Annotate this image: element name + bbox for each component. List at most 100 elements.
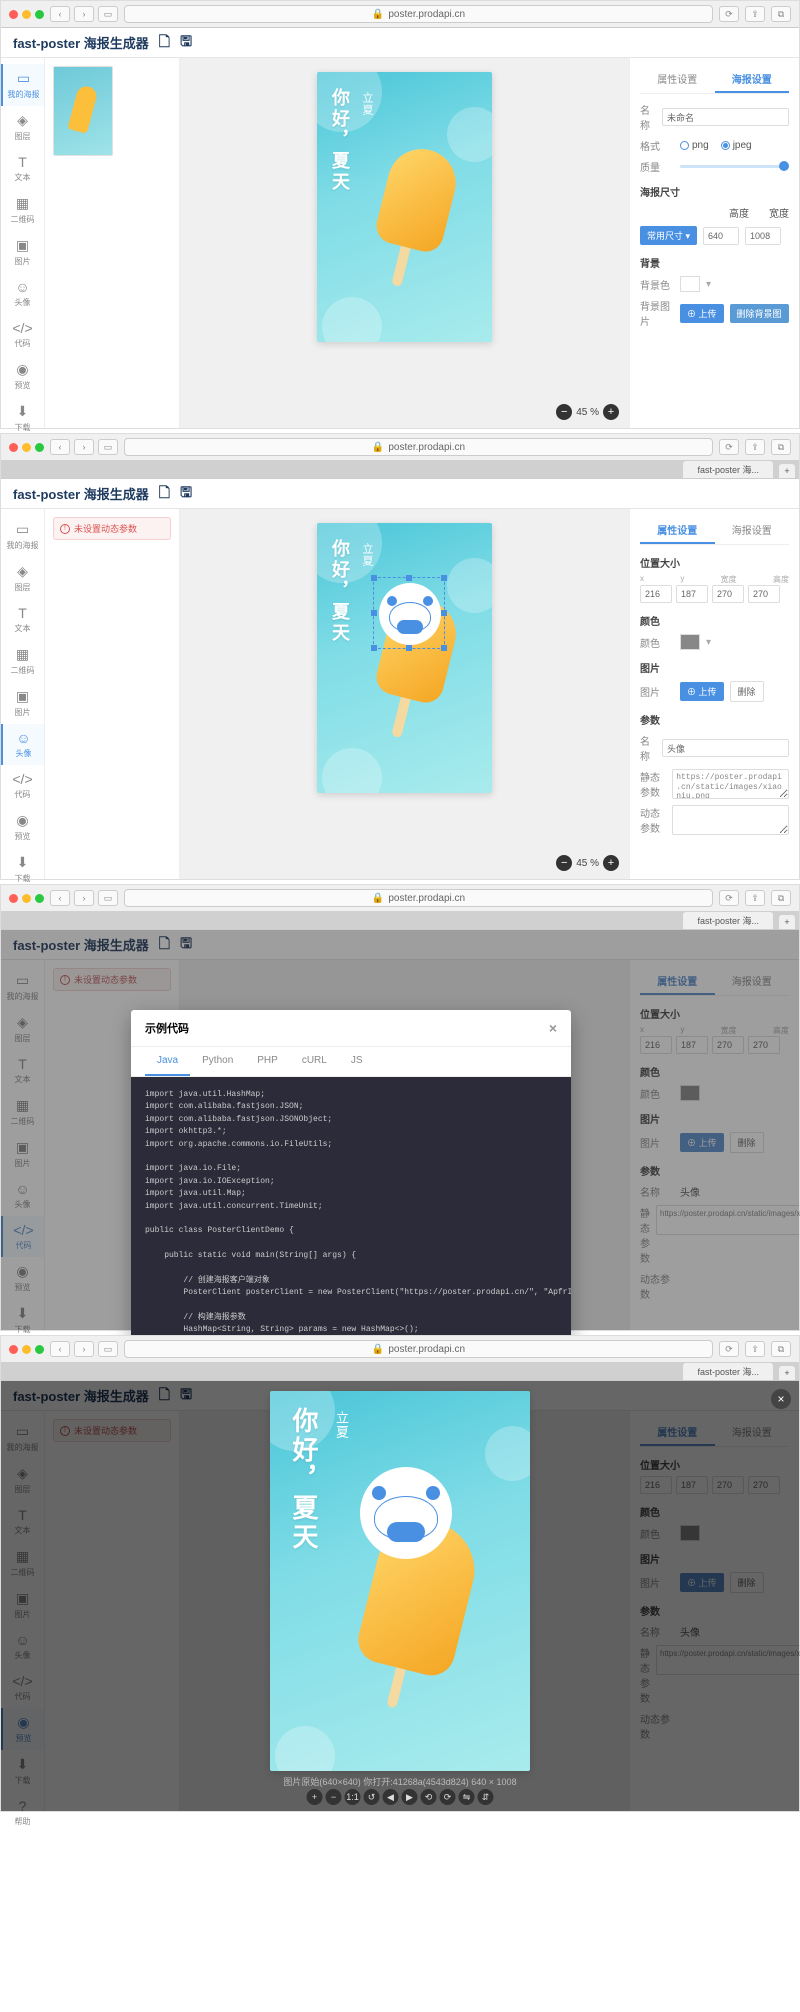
sidebar-item-myposters[interactable]: ▭我的海报 — [1, 64, 44, 106]
quality-slider[interactable] — [680, 165, 789, 168]
sidebar-item-qrcode[interactable]: ▦二维码 — [1, 189, 44, 231]
sidebar-item-image[interactable]: ▣图片 — [1, 231, 44, 273]
pv-reset[interactable]: ↺ — [364, 1789, 380, 1805]
zoom-out-button[interactable]: − — [556, 404, 572, 420]
input-w[interactable] — [712, 585, 744, 603]
pv-flip-h[interactable]: ⇋ — [459, 1789, 475, 1805]
sidebar-item-code[interactable]: </>代码 — [1, 765, 44, 806]
dialog-close-button[interactable]: × — [549, 1020, 557, 1036]
url-bar[interactable]: 🔒 poster.prodapi.cn — [124, 889, 713, 907]
preview-close-button[interactable]: × — [771, 1389, 791, 1409]
sidebar-item-text[interactable]: T文本 — [1, 148, 44, 189]
nav-sidebar[interactable]: ▭ — [98, 890, 118, 906]
browser-tab[interactable]: fast-poster 海... — [683, 912, 773, 929]
pv-play[interactable]: ▶ — [402, 1789, 418, 1805]
pv-rotate-r[interactable]: ⟳ — [440, 1789, 456, 1805]
nav-back[interactable]: ‹ — [50, 890, 70, 906]
code-tab-php[interactable]: PHP — [245, 1047, 290, 1076]
input-static-param[interactable]: https://poster.prodapi.cn/static/images/… — [672, 769, 789, 799]
save-icon[interactable]: 🖫 — [180, 31, 192, 55]
new-tab-button[interactable]: + — [779, 1366, 795, 1380]
code-tab-java[interactable]: Java — [145, 1047, 190, 1076]
url-bar[interactable]: 🔒 poster.prodapi.cn — [124, 5, 713, 23]
sidebar-item-avatar[interactable]: ☺头像 — [1, 273, 44, 314]
input-x[interactable] — [640, 585, 672, 603]
pv-zoom-in[interactable]: + — [307, 1789, 323, 1805]
nav-tabs[interactable]: ⧉ — [771, 439, 791, 455]
remove-bg-button[interactable]: 删除背景图 — [730, 304, 789, 323]
nav-share[interactable]: ⇪ — [745, 890, 765, 906]
browser-tab[interactable]: fast-poster 海... — [683, 461, 773, 478]
upload-bg-button[interactable]: ⊕ 上传 — [680, 304, 724, 323]
pv-fit[interactable]: 1:1 — [345, 1789, 361, 1805]
nav-share[interactable]: ⇪ — [745, 439, 765, 455]
poster-preview[interactable]: 你好，夏天 立夏 — [317, 72, 492, 342]
tab-poster[interactable]: 海报设置 — [715, 66, 790, 93]
nav-fwd[interactable]: › — [74, 1341, 94, 1357]
sidebar-item-qrcode[interactable]: ▦二维码 — [1, 640, 44, 682]
poster-thumbnail[interactable] — [53, 66, 113, 156]
url-bar[interactable]: 🔒 poster.prodapi.cn — [124, 438, 713, 456]
nav-fwd[interactable]: › — [74, 890, 94, 906]
url-bar[interactable]: 🔒 poster.prodapi.cn — [124, 1340, 713, 1358]
input-h[interactable] — [748, 585, 780, 603]
nav-tabs[interactable]: ⧉ — [771, 6, 791, 22]
sidebar-item-preview[interactable]: ◉预览 — [1, 806, 44, 848]
browser-tab[interactable]: fast-poster 海... — [683, 1363, 773, 1380]
tab-attr[interactable]: 属性设置 — [640, 66, 715, 93]
nav-back[interactable]: ‹ — [50, 439, 70, 455]
pv-prev[interactable]: ◀ — [383, 1789, 399, 1805]
canvas[interactable]: 你好，夏天 立夏 − 45 % + — [180, 58, 629, 428]
poster-preview[interactable]: 你好，夏天 立夏 — [317, 523, 492, 793]
color-swatch[interactable] — [680, 634, 700, 650]
delete-image-button[interactable]: 删除 — [730, 681, 764, 702]
nav-tabs[interactable]: ⧉ — [771, 1341, 791, 1357]
nav-fwd[interactable]: › — [74, 6, 94, 22]
nav-reload[interactable]: ⟳ — [719, 1341, 739, 1357]
zoom-out-button[interactable]: − — [556, 855, 572, 871]
pv-flip-v[interactable]: ⇵ — [478, 1789, 494, 1805]
upload-image-button[interactable]: ⊕ 上传 — [680, 682, 724, 701]
new-doc-icon[interactable]: 🗋 — [159, 31, 170, 55]
input-param-name[interactable] — [662, 739, 789, 757]
nav-back[interactable]: ‹ — [50, 6, 70, 22]
new-tab-button[interactable]: + — [779, 915, 795, 929]
radio-jpeg[interactable]: jpeg — [721, 140, 752, 151]
nav-reload[interactable]: ⟳ — [719, 6, 739, 22]
nav-reload[interactable]: ⟳ — [719, 890, 739, 906]
input-dyn-param[interactable] — [672, 805, 789, 835]
code-tab-python[interactable]: Python — [190, 1047, 245, 1076]
nav-sidebar[interactable]: ▭ — [98, 1341, 118, 1357]
preset-size-button[interactable]: 常用尺寸 ▾ — [640, 226, 697, 245]
avatar-element[interactable] — [379, 583, 441, 645]
nav-sidebar[interactable]: ▭ — [98, 439, 118, 455]
avatar-selection[interactable] — [373, 577, 445, 649]
canvas[interactable]: 你好，夏天 立夏 −45 %+ — [180, 509, 629, 879]
save-icon[interactable]: 🖫 — [180, 482, 192, 506]
code-tab-curl[interactable]: cURL — [290, 1047, 339, 1076]
zoom-in-button[interactable]: + — [603, 404, 619, 420]
nav-back[interactable]: ‹ — [50, 1341, 70, 1357]
sidebar-item-layer[interactable]: ◈图层 — [1, 557, 44, 599]
new-tab-button[interactable]: + — [779, 464, 795, 478]
nav-reload[interactable]: ⟳ — [719, 439, 739, 455]
input-width[interactable] — [745, 227, 781, 245]
pv-rotate-l[interactable]: ⟲ — [421, 1789, 437, 1805]
zoom-in-button[interactable]: + — [603, 855, 619, 871]
bgcolor-swatch[interactable] — [680, 276, 700, 292]
sidebar-item-layer[interactable]: ◈图层 — [1, 106, 44, 148]
sidebar-item-image[interactable]: ▣图片 — [1, 682, 44, 724]
input-name[interactable] — [662, 108, 789, 126]
pv-zoom-out[interactable]: − — [326, 1789, 342, 1805]
nav-share[interactable]: ⇪ — [745, 1341, 765, 1357]
nav-share[interactable]: ⇪ — [745, 6, 765, 22]
input-height[interactable] — [703, 227, 739, 245]
code-tab-js[interactable]: JS — [339, 1047, 375, 1076]
sidebar-item-avatar[interactable]: ☺头像 — [1, 724, 44, 765]
nav-sidebar[interactable]: ▭ — [98, 6, 118, 22]
sidebar-item-text[interactable]: T文本 — [1, 599, 44, 640]
radio-png[interactable]: png — [680, 140, 709, 151]
sidebar-item-myposters[interactable]: ▭我的海报 — [1, 515, 44, 557]
tab-poster[interactable]: 海报设置 — [715, 517, 790, 544]
tab-attr[interactable]: 属性设置 — [640, 517, 715, 544]
